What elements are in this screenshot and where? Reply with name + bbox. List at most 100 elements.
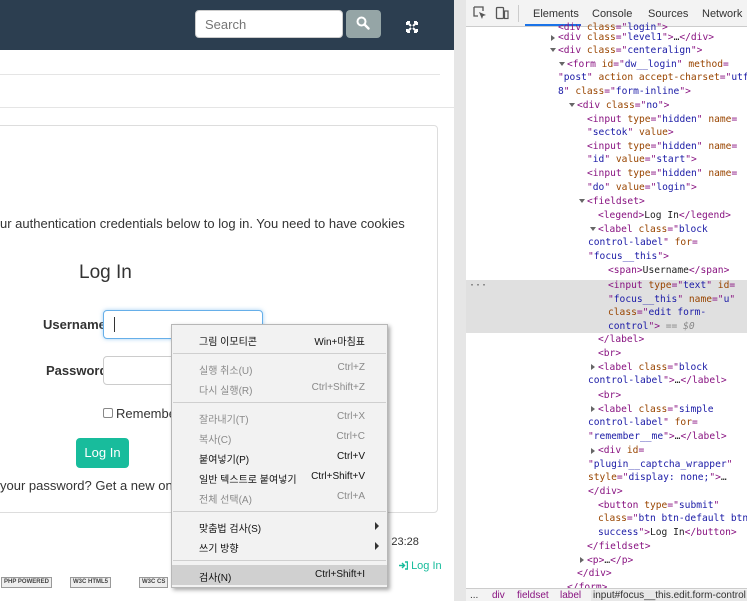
- dom-node[interactable]: <label class="simple: [598, 404, 714, 415]
- inspect-element-icon[interactable]: [473, 6, 487, 20]
- dom-node[interactable]: <div class="centeralign">: [558, 45, 702, 56]
- menu-shortcut: Ctrl+Shift+I: [314, 569, 365, 580]
- menu-separator: [173, 560, 386, 561]
- tab-console[interactable]: Console: [592, 8, 632, 20]
- dom-node: "remember__me">…</label>: [588, 431, 727, 442]
- expand-arrow-icon[interactable]: [580, 557, 584, 563]
- password-label: Password: [46, 363, 108, 378]
- login-link-label: Log In: [411, 560, 442, 572]
- menu-label: 잘라내기(T): [199, 415, 249, 426]
- menu-label: 실행 취소(U): [199, 366, 253, 377]
- expand-arrow-icon[interactable]: [591, 406, 595, 412]
- dom-node[interactable]: <legend>Log In</legend>: [598, 210, 731, 221]
- dom-node[interactable]: <br>: [598, 390, 621, 401]
- css-badge[interactable]: W3C CS: [139, 577, 169, 588]
- dom-node: "focus__this">: [588, 251, 669, 262]
- dom-node-selected[interactable]: <input type="text" id=: [608, 280, 735, 291]
- menu-item-paste[interactable]: 붙여넣기(P) Ctrl+V: [172, 447, 387, 467]
- breadcrumb-item[interactable]: fieldset: [517, 590, 549, 601]
- collapse-arrow-icon[interactable]: [550, 48, 556, 52]
- breadcrumb-item[interactable]: label: [560, 590, 581, 601]
- expand-arrow-icon[interactable]: [591, 364, 595, 370]
- menu-label: 그림 이모티콘: [199, 337, 257, 348]
- dom-node[interactable]: </fieldset>: [587, 541, 651, 552]
- dom-node[interactable]: <fieldset>: [587, 196, 645, 207]
- collapse-arrow-icon[interactable]: [569, 103, 575, 107]
- dom-node[interactable]: <div id=: [598, 445, 644, 456]
- dom-node: "id" value="start">: [587, 154, 697, 165]
- menu-item-select-all[interactable]: 전체 선택(A) Ctrl+A: [172, 487, 387, 507]
- html5-badge[interactable]: W3C HTML5: [70, 577, 111, 588]
- menu-item-spellcheck[interactable]: 맞춤법 검사(S): [172, 516, 387, 536]
- php-badge[interactable]: PHP POWERED: [1, 577, 52, 588]
- dom-node[interactable]: <span>Username</span>: [608, 265, 729, 276]
- dom-node[interactable]: </div>: [577, 568, 612, 579]
- dom-tree: <div class="login"> <div class="level1">…: [466, 22, 747, 593]
- context-menu: 그림 이모티콘 Win+마침표 실행 취소(U) Ctrl+Z 다시 실행(R) Ct…: [171, 324, 388, 588]
- dom-node: "focus__this" name="u": [608, 294, 736, 305]
- menu-item-copy[interactable]: 복사(C) Ctrl+C: [172, 427, 387, 447]
- breadcrumb-item[interactable]: ...: [470, 590, 478, 601]
- login-icon: [399, 561, 409, 570]
- collapse-arrow-icon[interactable]: [590, 227, 596, 231]
- dom-node: class="btn btn-default btn-: [598, 513, 747, 524]
- tab-sources[interactable]: Sources: [648, 8, 688, 20]
- menu-shortcut: Ctrl+Shift+V: [311, 471, 365, 482]
- remember-label: Remembe: [116, 406, 176, 421]
- menu-label: 일반 텍스트로 붙여넣기: [199, 475, 297, 486]
- menu-item-redo[interactable]: 다시 실행(R) Ctrl+Shift+Z: [172, 378, 387, 398]
- dom-node[interactable]: <button type="submit": [598, 500, 719, 511]
- tab-network[interactable]: Network: [702, 8, 742, 20]
- breadcrumb-item[interactable]: div: [492, 590, 505, 601]
- dom-node: "do" value="login">: [587, 182, 697, 193]
- dom-node: "sectok" value>: [587, 127, 674, 138]
- device-toggle-icon[interactable]: [495, 6, 509, 20]
- menu-shortcut: Ctrl+X: [336, 411, 365, 422]
- menu-shortcut: Ctrl+C: [336, 431, 365, 442]
- menu-separator: [173, 402, 386, 403]
- dom-node[interactable]: </label>: [598, 334, 644, 345]
- search-button[interactable]: [346, 10, 381, 38]
- menu-item-cut[interactable]: 잘라내기(T) Ctrl+X: [172, 407, 387, 427]
- menu-item-emoji[interactable]: 그림 이모티콘 Win+마침표: [172, 329, 387, 349]
- dom-node: "plugin__captcha_wrapper": [588, 459, 733, 470]
- devtools-splitter[interactable]: [454, 0, 466, 601]
- menu-item-undo[interactable]: 실행 취소(U) Ctrl+Z: [172, 358, 387, 378]
- dom-node[interactable]: <div class="level1">…</div>: [558, 32, 714, 43]
- dom-node[interactable]: <br>: [598, 348, 621, 359]
- fullscreen-icon[interactable]: [406, 21, 418, 33]
- dom-node[interactable]: <input type="hidden" name=: [587, 168, 737, 179]
- search-input[interactable]: [195, 10, 343, 38]
- login-link[interactable]: Log In: [399, 560, 442, 572]
- dom-node: control"> == $0: [608, 321, 695, 332]
- collapse-arrow-icon[interactable]: [579, 199, 585, 203]
- dom-node: control-label" for=: [588, 237, 698, 248]
- login-button[interactable]: Log In: [76, 438, 129, 468]
- dom-node: success">Log In</button>: [598, 527, 737, 538]
- dom-node[interactable]: <form id="dw__login" method=: [567, 59, 729, 70]
- dom-node[interactable]: <label class="block: [598, 224, 708, 235]
- dom-node[interactable]: <input type="hidden" name=: [587, 114, 737, 125]
- remember-checkbox[interactable]: [103, 408, 113, 418]
- menu-item-inspect[interactable]: 검사(N) Ctrl+Shift+I: [172, 565, 387, 585]
- tab-elements[interactable]: Elements: [533, 8, 579, 20]
- expand-arrow-icon[interactable]: [551, 35, 555, 41]
- submenu-arrow-icon: [375, 542, 379, 550]
- menu-item-paste-plain[interactable]: 일반 텍스트로 붙여넣기 Ctrl+Shift+V: [172, 467, 387, 487]
- forgot-password-text: your password? Get a new one: S: [0, 478, 196, 493]
- forgot-text: your password? Get a new one:: [0, 478, 188, 493]
- menu-item-writing-direction[interactable]: 쓰기 방향: [172, 536, 387, 556]
- dom-node[interactable]: <input type="hidden" name=: [587, 141, 737, 152]
- expand-arrow-icon[interactable]: [591, 448, 595, 454]
- text-caret: [114, 317, 115, 332]
- menu-label: 전체 선택(A): [199, 495, 252, 506]
- breadcrumb-item-current[interactable]: input#focus__this.edit.form-control: [591, 590, 747, 601]
- menu-label: 검사(N): [199, 573, 232, 584]
- divider: [0, 74, 440, 75]
- menu-label: 다시 실행(R): [199, 386, 253, 397]
- dom-node[interactable]: <p>…</p>: [587, 555, 633, 566]
- dom-node[interactable]: <div class="no">: [577, 100, 669, 111]
- dom-node[interactable]: <label class="block: [598, 362, 708, 373]
- collapse-arrow-icon[interactable]: [559, 62, 565, 66]
- dom-node: control-label">…</label>: [588, 375, 727, 386]
